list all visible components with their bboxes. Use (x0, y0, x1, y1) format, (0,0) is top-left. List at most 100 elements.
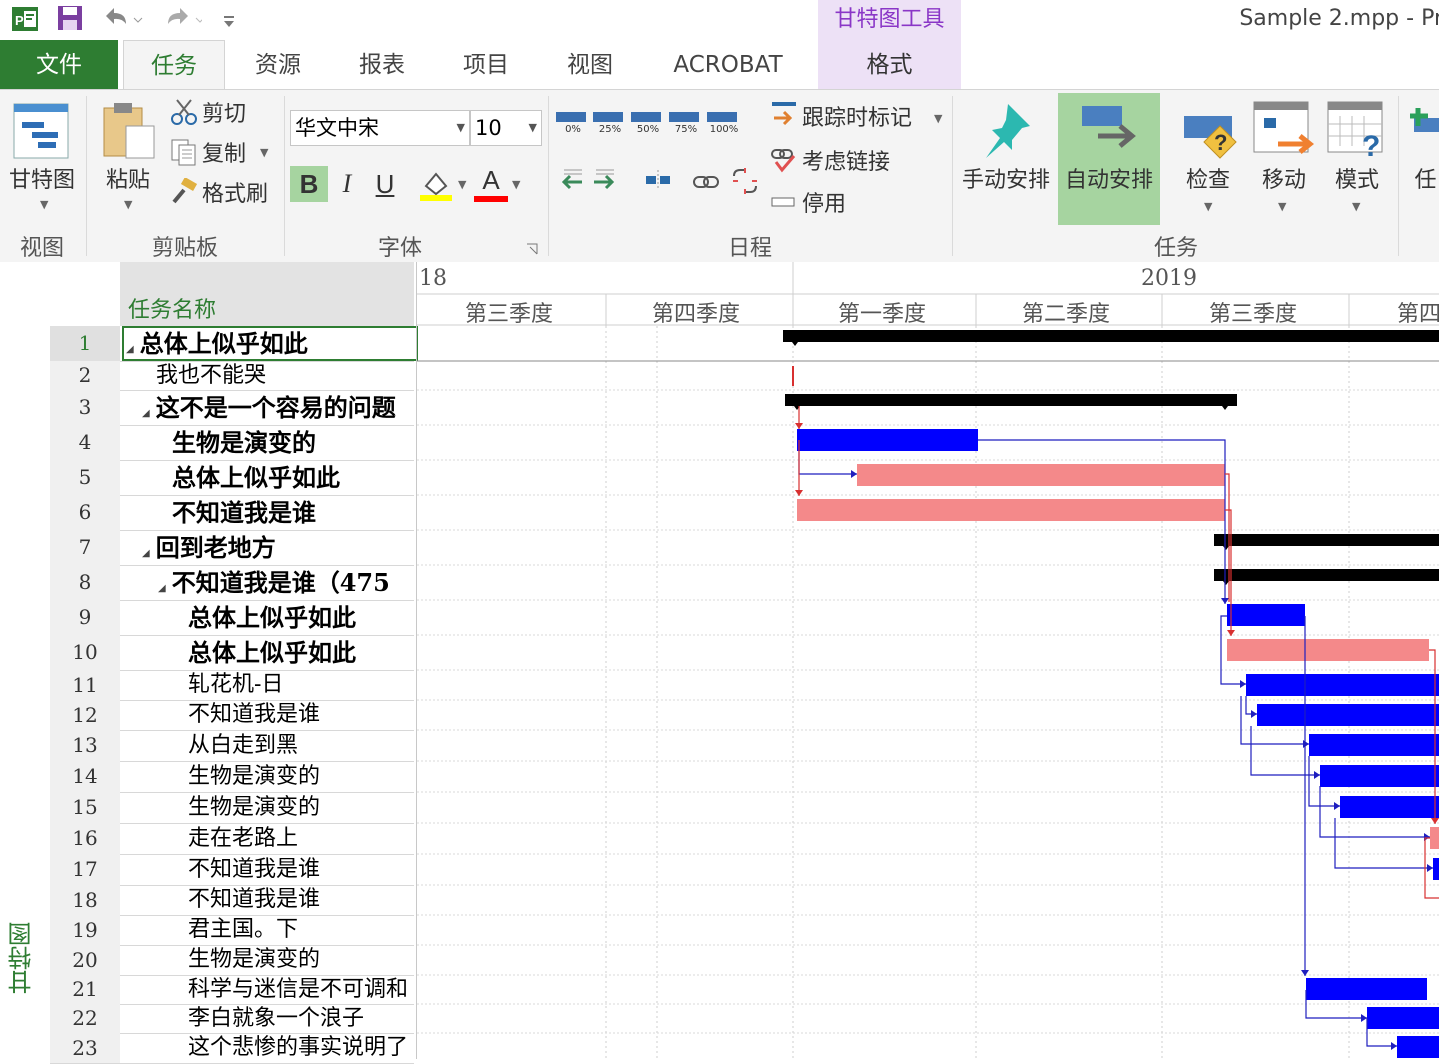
copy-icon[interactable] (170, 138, 198, 166)
tab-format[interactable]: 格式 (818, 40, 961, 90)
row-number[interactable]: 16 (50, 823, 120, 854)
auto-schedule-button[interactable]: 自动安排 (1058, 162, 1160, 194)
row-number[interactable]: 4 (50, 425, 120, 460)
bold-button[interactable]: B (290, 166, 328, 202)
customize-qat-icon[interactable] (222, 10, 236, 35)
row-number[interactable]: 2 (50, 361, 120, 390)
unlink-icon[interactable] (730, 166, 760, 196)
row-number[interactable]: 13 (50, 730, 120, 761)
pushpin-icon[interactable] (978, 100, 1034, 160)
row-number[interactable]: 10 (50, 635, 120, 670)
table-row[interactable]: 5 总体上似乎如此 (50, 460, 414, 496)
row-number[interactable]: 5 (50, 460, 120, 495)
table-row[interactable]: 7 ◢ 回到老地方 (50, 530, 414, 566)
tab-file[interactable]: 文件 (0, 40, 118, 90)
track-mark-button[interactable]: 跟踪时标记 (802, 100, 912, 132)
table-row[interactable]: 4 生物是演变的 (50, 425, 414, 461)
tab-acrobat[interactable]: ACROBAT (650, 40, 806, 90)
row-number[interactable]: 9 (50, 600, 120, 635)
redo-icon[interactable] (158, 4, 205, 38)
tab-task[interactable]: 任务 (123, 40, 225, 90)
collapse-triangle-icon[interactable]: ◢ (142, 408, 150, 419)
track-mark-icon[interactable] (770, 100, 798, 130)
underline-button[interactable]: U (366, 166, 404, 202)
row-number[interactable]: 3 (50, 390, 120, 425)
row-number[interactable]: 6 (50, 495, 120, 530)
percent-complete-button[interactable]: 0% (556, 112, 590, 142)
chevron-down-icon[interactable]: ▼ (529, 111, 537, 145)
tab-report[interactable]: 报表 (334, 40, 430, 90)
insert-task-icon[interactable] (1408, 104, 1439, 144)
background-color-icon[interactable] (418, 166, 454, 202)
collapse-triangle-icon[interactable]: ◢ (142, 548, 150, 559)
auto-schedule-icon[interactable] (1078, 102, 1140, 152)
chevron-down-icon[interactable]: ▼ (934, 112, 942, 125)
row-number[interactable]: 8 (50, 565, 120, 600)
inactivate-button[interactable]: 停用 (802, 186, 846, 218)
view-bar[interactable]: 甘特图 (0, 262, 50, 1059)
task-name-cell[interactable]: ◢ 回到老地方 (122, 530, 434, 565)
row-number[interactable]: 17 (50, 854, 120, 885)
table-row[interactable]: 21 科学与迷信是不可调和 (50, 975, 414, 1005)
column-header-task-name[interactable]: 任务名称 (120, 262, 414, 326)
tab-view[interactable]: 视图 (542, 40, 638, 90)
table-row[interactable]: 17 不知道我是谁 (50, 854, 414, 886)
table-row[interactable]: 6 不知道我是谁 (50, 495, 414, 531)
task-name-cell[interactable]: ◢ 总体上似乎如此 (122, 326, 418, 361)
tab-project[interactable]: 项目 (438, 40, 534, 90)
table-row[interactable]: 10 总体上似乎如此 (50, 635, 414, 671)
inspect-icon[interactable]: ? (1182, 104, 1240, 160)
chevron-down-icon[interactable]: ▼ (457, 111, 465, 145)
table-row[interactable]: 23 这个悲惨的事实说明了 (50, 1033, 414, 1064)
undo-icon[interactable] (100, 4, 144, 38)
font-size-select[interactable]: 10 ▼ (470, 110, 542, 146)
table-row[interactable]: 12 不知道我是谁 (50, 700, 414, 731)
chevron-down-icon[interactable]: ▼ (512, 178, 520, 191)
italic-button[interactable]: I (328, 166, 366, 202)
row-number[interactable]: 14 (50, 761, 120, 792)
chevron-down-icon[interactable]: ▼ (458, 178, 466, 191)
select-all-corner[interactable] (50, 262, 120, 326)
collapse-triangle-icon[interactable]: ◢ (126, 344, 134, 355)
row-number[interactable]: 20 (50, 945, 120, 975)
table-row[interactable]: 15 生物是演变的 (50, 792, 414, 824)
paste-button[interactable]: 粘贴 (96, 162, 160, 194)
percent-complete-button[interactable]: 50% (631, 112, 665, 142)
chevron-down-icon[interactable]: ▼ (40, 198, 48, 211)
outdent-indent-icons[interactable] (556, 166, 620, 194)
tab-resource[interactable]: 资源 (230, 40, 326, 90)
gantt-chart[interactable] (416, 326, 1439, 1064)
table-row[interactable]: 19 君主国。下 (50, 915, 414, 946)
row-number[interactable]: 7 (50, 530, 120, 565)
chevron-down-icon[interactable]: ▼ (1352, 200, 1360, 213)
format-painter-icon[interactable] (170, 177, 198, 206)
respect-links-icon[interactable] (770, 144, 798, 174)
font-color-button[interactable]: A (472, 162, 510, 198)
respect-links-button[interactable]: 考虑链接 (802, 144, 890, 176)
task-name-cell[interactable]: 不知道我是谁 (122, 495, 464, 530)
task-name-cell[interactable]: ◢ 不知道我是谁（475 (122, 565, 450, 600)
inspect-button[interactable]: 检查 (1172, 162, 1244, 194)
table-row[interactable]: 22 李白就象一个浪子 (50, 1004, 414, 1034)
task-mode-button[interactable]: 模式 (1322, 162, 1392, 194)
table-row[interactable]: 20 生物是演变的 (50, 945, 414, 976)
percent-complete-button[interactable]: 25% (593, 112, 627, 142)
move-task-button[interactable]: 移动 (1248, 162, 1320, 194)
gantt-chart-icon[interactable] (10, 100, 72, 162)
copy-button[interactable]: 复制 (202, 136, 246, 168)
table-row[interactable]: 1 ◢ 总体上似乎如此 (50, 326, 418, 362)
save-icon[interactable] (56, 4, 84, 38)
row-number[interactable]: 15 (50, 792, 120, 823)
table-row[interactable]: 3 ◢ 这不是一个容易的问题 (50, 390, 414, 426)
row-number[interactable]: 18 (50, 885, 120, 915)
font-name-select[interactable]: 华文中宋 ▼ (290, 110, 470, 146)
percent-complete-button[interactable]: 100% (707, 112, 741, 142)
row-number[interactable]: 22 (50, 1004, 120, 1033)
split-task-icon[interactable] (644, 166, 672, 194)
percent-complete-button[interactable]: 75% (669, 112, 703, 142)
table-row[interactable]: 16 走在老路上 (50, 823, 414, 855)
table-row[interactable]: 11 轧花机-日 (50, 670, 414, 701)
cut-button[interactable]: 剪切 (202, 96, 246, 128)
format-painter-button[interactable]: 格式刷 (202, 176, 268, 208)
insert-task-button[interactable]: 任 (1412, 162, 1439, 194)
